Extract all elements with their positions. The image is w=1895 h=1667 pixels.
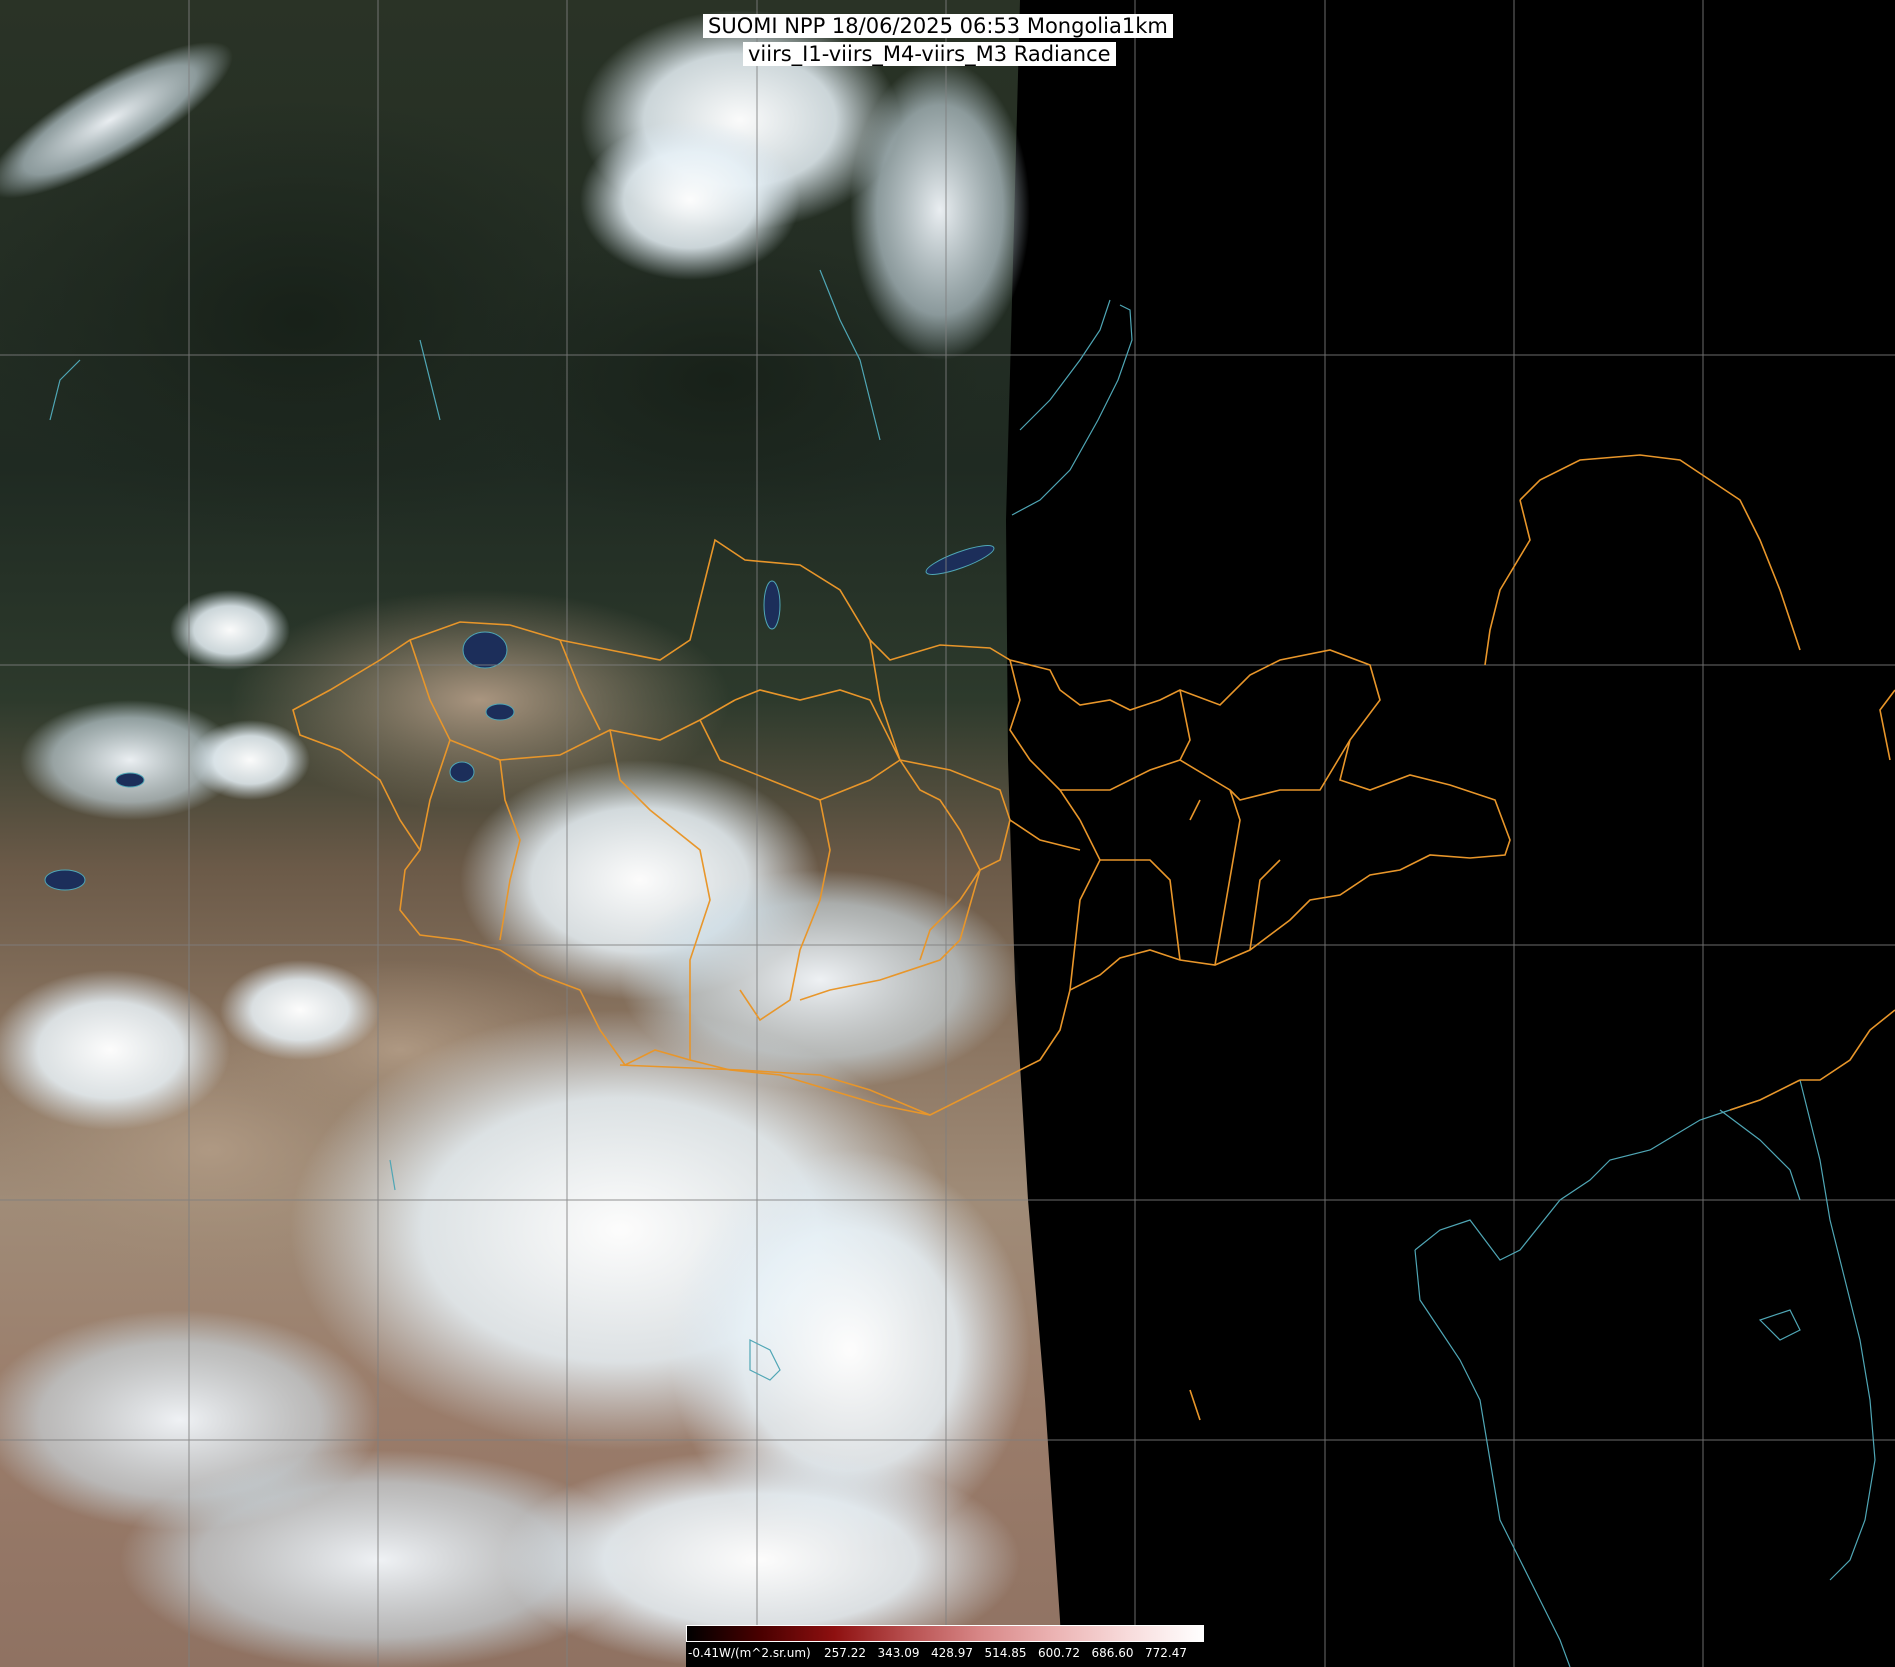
colorbar: -0.41W/(m^2.sr.um) 257.22 343.09 428.97 514.… [686, 1625, 1204, 1667]
colorbar-label: 600.72 [1038, 1646, 1080, 1660]
colorbar-label: 686.60 [1091, 1646, 1134, 1660]
colorbar-gradient [686, 1625, 1204, 1642]
colorbar-label: 343.09 [877, 1646, 920, 1660]
satellite-image-viewer: SUOMI NPP 18/06/2025 06:53 Mongolia1km v… [0, 0, 1895, 1667]
title-line-2: viirs_I1-viirs_M4-viirs_M3 Radiance [743, 42, 1116, 66]
colorbar-label: 257.22 [824, 1646, 866, 1660]
satellite-map[interactable] [0, 0, 1895, 1667]
title-line-1: SUOMI NPP 18/06/2025 06:53 Mongolia1km [703, 14, 1173, 38]
colorbar-label: 428.97 [931, 1646, 973, 1660]
colorbar-label: 772.47 [1145, 1646, 1187, 1660]
colorbar-label: 514.85 [984, 1646, 1027, 1660]
colorbar-label: -0.41W/(m^2.sr.um) [688, 1646, 811, 1660]
